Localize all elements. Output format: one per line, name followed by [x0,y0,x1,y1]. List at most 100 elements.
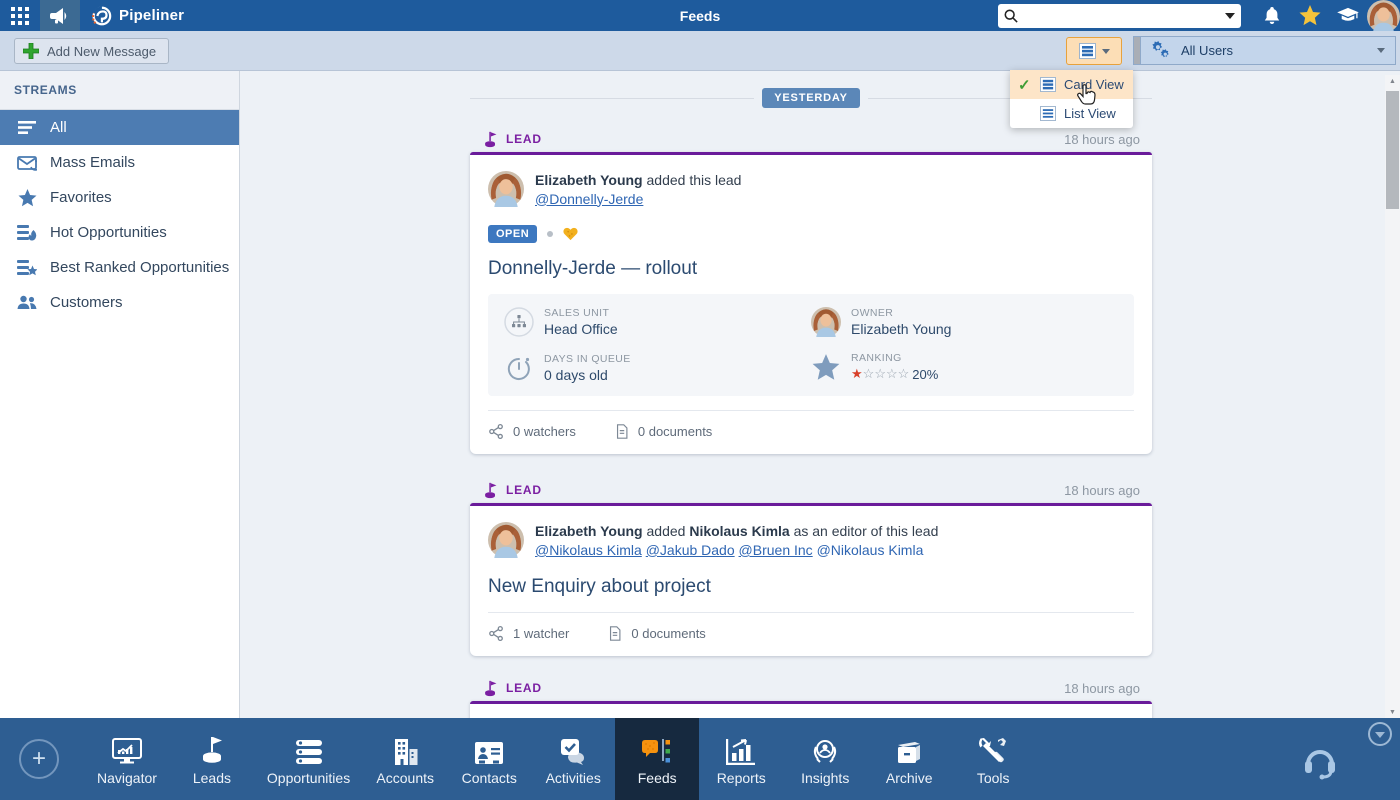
filter-grip-handle[interactable] [1134,37,1141,64]
lead-type-label: LEAD [482,131,542,148]
mention-link[interactable]: @Nikolaus Kimla [535,542,642,558]
mention-link[interactable]: @Bruen Inc [739,542,813,558]
star-empty-icon [863,365,875,383]
actor-name[interactable]: Elizabeth Young [535,523,643,539]
menu-item-list-view[interactable]: List View [1010,99,1133,128]
notifications-bell-icon[interactable] [1253,0,1291,31]
sidebar-item-favorites[interactable]: Favorites [0,180,239,215]
feed-card-lead-2: LEAD 18 hours ago Elizabeth Young added … [470,481,1152,656]
star-icon [16,188,38,208]
reports-chart-icon [726,733,756,765]
collapse-nav-chevron-icon[interactable] [1368,722,1392,746]
search-icon [1004,9,1018,23]
sidebar-item-label: Hot Opportunities [50,224,167,241]
nav-item-activities[interactable]: Activities [531,718,615,800]
timestamp: 18 hours ago [1064,132,1140,147]
view-mode-button[interactable] [1066,37,1122,65]
announcements-megaphone-icon[interactable] [40,0,80,31]
lead-title[interactable]: New Enquiry about project [488,576,1134,598]
app-grid-icon[interactable] [0,0,40,31]
field-label: OWNER [851,307,951,319]
nav-item-navigator[interactable]: Navigator [84,718,170,800]
menu-item-card-view[interactable]: ✓ Card View [1010,70,1133,99]
star-empty-icon [874,365,886,383]
nav-item-opportunities[interactable]: Opportunities [254,718,363,800]
nav-item-accounts[interactable]: Accounts [363,718,447,800]
top-app-bar: Pipeliner Feeds [0,0,1400,31]
timestamp: 18 hours ago [1064,681,1140,696]
nav-item-feeds[interactable]: Feeds [615,718,699,800]
activities-check-icon [558,733,588,765]
navigator-icon [112,733,142,765]
mention-text: @Nikolaus Kimla [817,542,924,558]
user-avatar[interactable] [1367,0,1400,31]
scroll-up-arrow-icon[interactable]: ▲ [1385,75,1400,87]
lead-type-label: LEAD [482,680,542,697]
watchers-icon [488,423,505,440]
view-mode-menu: ✓ Card View List View [1010,70,1133,128]
support-headset-icon[interactable] [1302,746,1338,780]
lead-fields-panel: SALES UNIT Head Office OWNER Elizabeth Y… [488,294,1134,396]
watchers-link[interactable]: 0 watchers [488,423,576,440]
search-scope-caret-icon[interactable] [1225,13,1235,19]
customers-people-icon [16,293,38,313]
mention-link[interactable]: @Jakub Dado [646,542,735,558]
add-new-message-button[interactable]: Add New Message [14,38,169,64]
users-filter-label: All Users [1181,43,1233,58]
field-value: Elizabeth Young [851,321,951,337]
documents-link[interactable]: 0 documents [614,423,712,440]
nav-item-archive[interactable]: Archive [867,718,951,800]
sidebar-item-mass-emails[interactable]: Mass Emails [0,145,239,180]
document-icon [607,625,623,642]
actor-name[interactable]: Elizabeth Young [535,172,643,188]
feed-card-lead-1: LEAD 18 hours ago Elizabeth Young added … [470,130,1152,454]
card-view-icon [1079,43,1096,59]
search-input[interactable] [1018,9,1221,23]
scroll-down-arrow-icon[interactable]: ▼ [1385,706,1400,718]
nav-item-leads[interactable]: Leads [170,718,254,800]
list-view-label: List View [1064,106,1116,121]
lead-type-label: LEAD [482,482,542,499]
watchers-link[interactable]: 1 watcher [488,625,569,642]
card-view-label: Card View [1064,77,1124,92]
nav-item-contacts[interactable]: Contacts [447,718,531,800]
bottom-navigation-bar: + Navigator Leads [0,718,1400,800]
opportunities-list-icon [294,733,324,765]
pipeliner-logo[interactable]: Pipeliner [90,5,184,27]
nav-item-reports[interactable]: Reports [699,718,783,800]
separator-dot-icon [547,231,553,237]
sidebar-item-all[interactable]: All [0,110,239,145]
gold-heart-icon [563,227,578,241]
users-filter-dropdown[interactable]: All Users [1133,36,1396,65]
sidebar-item-best-ranked-opportunities[interactable]: Best Ranked Opportunities [0,250,239,285]
global-search[interactable] [998,4,1241,28]
mention-link[interactable]: @Donnelly-Jerde [535,191,643,207]
field-sales-unit: SALES UNIT Head Office [504,307,811,337]
quick-add-button[interactable]: + [19,739,59,779]
favorites-star-icon[interactable] [1291,0,1329,31]
feeds-toolbar: Add New Message All Users [0,31,1400,71]
avatar[interactable] [488,522,524,558]
scrollbar-thumb[interactable] [1386,91,1399,209]
feed-main-area: YESTERDAY LEAD 18 hours ago Elizabeth Yo… [240,71,1400,718]
lead-title[interactable]: Donnelly-Jerde — rollout [488,258,1134,280]
field-value: Head Office [544,321,618,337]
feed-scrollbar[interactable]: ▲ ▼ [1385,75,1400,718]
mass-email-icon [16,153,38,173]
watchers-icon [488,625,505,642]
learning-graduation-cap-icon[interactable] [1329,0,1367,31]
stopwatch-icon [504,353,534,383]
star-filled-icon [851,365,863,383]
avatar [811,307,841,337]
nav-item-tools[interactable]: Tools [951,718,1035,800]
list-view-icon [1040,106,1056,121]
avatar[interactable] [488,171,524,207]
field-days-in-queue: DAYS IN QUEUE 0 days old [504,352,811,383]
target-name[interactable]: Nikolaus Kimla [689,523,789,539]
sidebar-item-customers[interactable]: Customers [0,285,239,320]
documents-link[interactable]: 0 documents [607,625,705,642]
sidebar-item-label: Best Ranked Opportunities [50,259,229,276]
feed-message: Elizabeth Young added this lead @Donnell… [535,171,741,208]
sidebar-item-hot-opportunities[interactable]: Hot Opportunities [0,215,239,250]
nav-item-insights[interactable]: Insights [783,718,867,800]
